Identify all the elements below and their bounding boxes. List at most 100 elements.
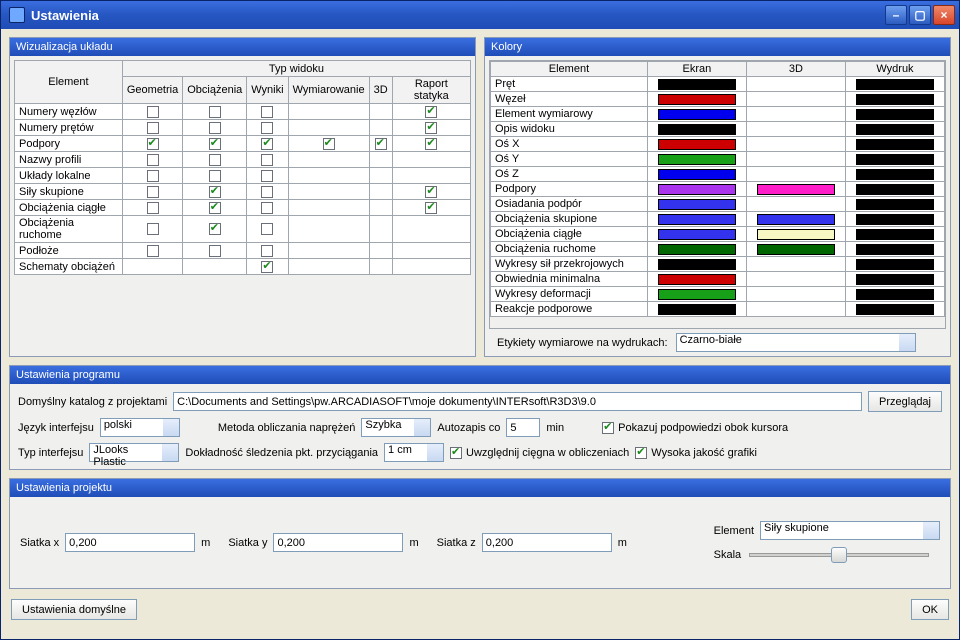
color-swatch[interactable]	[658, 229, 736, 240]
checkbox[interactable]	[425, 202, 437, 214]
color-swatch[interactable]	[658, 154, 736, 165]
interface-type-select[interactable]: JLooks Plastic	[89, 443, 179, 462]
close-button[interactable]: ×	[933, 5, 955, 25]
checkbox[interactable]	[425, 122, 437, 134]
checkbox[interactable]	[425, 186, 437, 198]
color-swatch[interactable]	[658, 304, 736, 315]
color-swatch[interactable]	[658, 199, 736, 210]
color-swatch[interactable]	[658, 259, 736, 270]
checkbox[interactable]	[261, 202, 273, 214]
table-row: Obciążenia ruchome	[15, 216, 471, 243]
scale-label: Skala	[714, 549, 742, 561]
checkbox[interactable]	[147, 122, 159, 134]
checkbox[interactable]	[261, 154, 273, 166]
checkbox[interactable]	[147, 106, 159, 118]
checkbox[interactable]	[209, 138, 221, 150]
high-quality-checkbox[interactable]: Wysoka jakość grafiki	[635, 447, 757, 459]
checkbox[interactable]	[261, 106, 273, 118]
grid-y-input[interactable]	[273, 533, 403, 552]
color-swatch[interactable]	[856, 229, 934, 240]
checkbox[interactable]	[261, 170, 273, 182]
checkbox[interactable]	[261, 261, 273, 273]
grid-z-input[interactable]	[482, 533, 612, 552]
maximize-button[interactable]: ▢	[909, 5, 931, 25]
color-swatch[interactable]	[856, 169, 934, 180]
color-swatch[interactable]	[856, 109, 934, 120]
defaults-button[interactable]: Ustawienia domyślne	[11, 599, 137, 620]
color-swatch[interactable]	[658, 169, 736, 180]
color-swatch[interactable]	[856, 154, 934, 165]
checkbox[interactable]	[147, 138, 159, 150]
checkbox[interactable]	[261, 245, 273, 257]
table-row: Obciążenia ruchome	[491, 242, 945, 257]
color-swatch[interactable]	[757, 244, 835, 255]
ok-button[interactable]: OK	[911, 599, 949, 620]
checkbox[interactable]	[147, 202, 159, 214]
element-select[interactable]: Siły skupione	[760, 521, 940, 540]
row-label: Siły skupione	[15, 184, 123, 200]
print-labels-select[interactable]: Czarno-białe	[676, 333, 916, 352]
color-swatch[interactable]	[658, 139, 736, 150]
color-swatch[interactable]	[856, 259, 934, 270]
color-swatch[interactable]	[658, 184, 736, 195]
color-swatch[interactable]	[856, 214, 934, 225]
show-hints-checkbox[interactable]: Pokazuj podpowiedzi obok kursora	[602, 422, 788, 434]
checkbox[interactable]	[425, 138, 437, 150]
checkbox[interactable]	[261, 138, 273, 150]
color-swatch[interactable]	[658, 94, 736, 105]
checkbox[interactable]	[375, 138, 387, 150]
color-swatch[interactable]	[856, 124, 934, 135]
color-swatch[interactable]	[757, 229, 835, 240]
include-ties-checkbox[interactable]: Uwzględnij cięgna w obliczeniach	[450, 447, 629, 459]
color-swatch[interactable]	[856, 139, 934, 150]
snap-accuracy-select[interactable]: 1 cm	[384, 443, 444, 462]
checkbox[interactable]	[425, 106, 437, 118]
color-swatch[interactable]	[856, 244, 934, 255]
color-swatch[interactable]	[856, 289, 934, 300]
color-swatch[interactable]	[658, 214, 736, 225]
checkbox[interactable]	[209, 106, 221, 118]
checkbox[interactable]	[147, 170, 159, 182]
checkbox[interactable]	[261, 122, 273, 134]
stress-method-select[interactable]: Szybka	[361, 418, 431, 437]
color-swatch[interactable]	[856, 274, 934, 285]
color-swatch[interactable]	[658, 79, 736, 90]
checkbox[interactable]	[261, 186, 273, 198]
checkbox[interactable]	[147, 186, 159, 198]
checkbox[interactable]	[209, 122, 221, 134]
color-swatch[interactable]	[856, 79, 934, 90]
row-label: Osiadania podpór	[491, 197, 648, 212]
checkbox[interactable]	[209, 202, 221, 214]
color-swatch[interactable]	[856, 184, 934, 195]
scale-slider[interactable]	[749, 546, 929, 564]
color-swatch[interactable]	[856, 199, 934, 210]
language-select[interactable]: polski	[100, 418, 180, 437]
checkbox[interactable]	[209, 245, 221, 257]
color-swatch[interactable]	[658, 274, 736, 285]
default-dir-input[interactable]	[173, 392, 862, 411]
project-settings-title: Ustawienia projektu	[10, 479, 950, 497]
checkbox[interactable]	[147, 245, 159, 257]
table-row: Opis widoku	[491, 122, 945, 137]
checkbox[interactable]	[323, 138, 335, 150]
color-swatch[interactable]	[757, 184, 835, 195]
color-swatch[interactable]	[658, 289, 736, 300]
color-swatch[interactable]	[658, 109, 736, 120]
checkbox[interactable]	[209, 154, 221, 166]
autosave-input[interactable]	[506, 418, 540, 437]
color-swatch[interactable]	[658, 244, 736, 255]
checkbox[interactable]	[209, 170, 221, 182]
minimize-button[interactable]: –	[885, 5, 907, 25]
grid-x-input[interactable]	[65, 533, 195, 552]
titlebar[interactable]: Ustawienia – ▢ ×	[1, 1, 959, 29]
color-swatch[interactable]	[856, 94, 934, 105]
checkbox[interactable]	[209, 186, 221, 198]
color-swatch[interactable]	[856, 304, 934, 315]
color-swatch[interactable]	[757, 214, 835, 225]
checkbox[interactable]	[209, 223, 221, 235]
browse-button[interactable]: Przeglądaj	[868, 391, 942, 412]
color-swatch[interactable]	[658, 124, 736, 135]
checkbox[interactable]	[147, 223, 159, 235]
checkbox[interactable]	[147, 154, 159, 166]
checkbox[interactable]	[261, 223, 273, 235]
